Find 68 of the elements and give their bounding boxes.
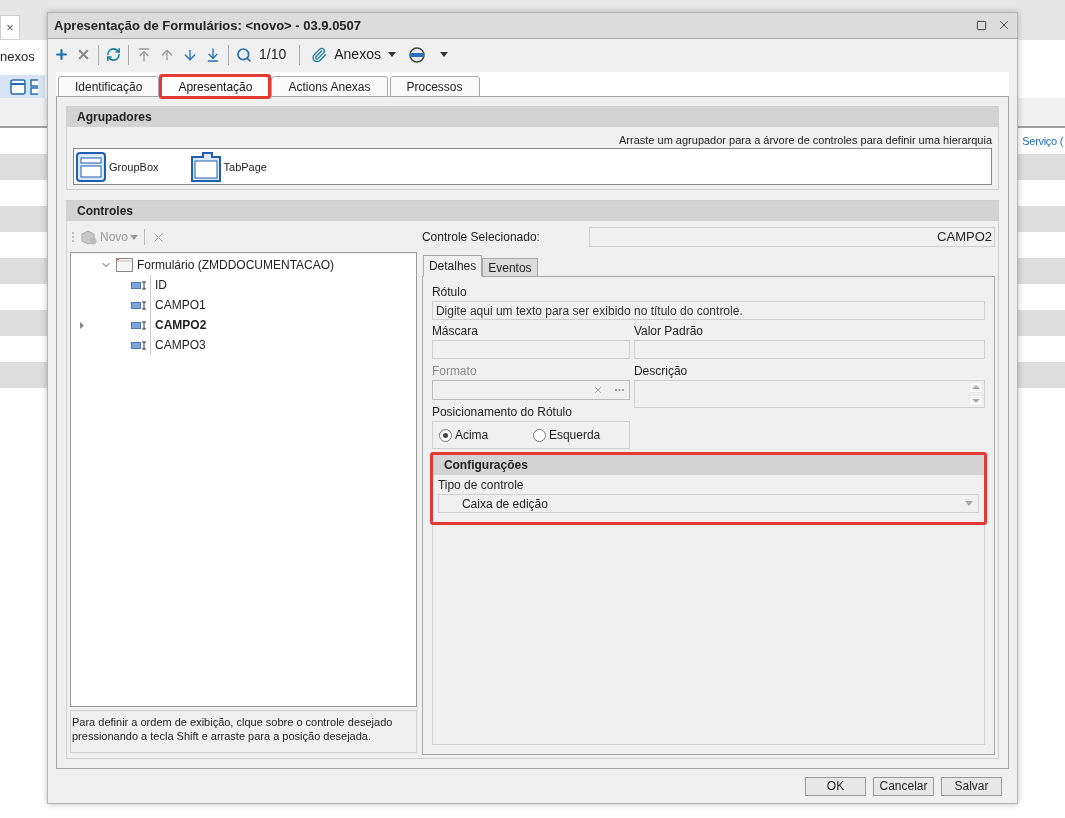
caption-field[interactable]: Digite aqui um texto para ser exibido no título do controle. [431,301,985,321]
tab-page-icon [190,151,221,182]
dialog-button[interactable]: Salvar [941,776,1002,796]
field-label: Formato [431,363,478,381]
list-icon[interactable] [30,78,38,95]
row-indicator-icon [80,321,84,329]
dialog-button[interactable]: Cancelar [873,776,934,796]
tab[interactable]: Processos [389,76,480,98]
text-field-icon [131,320,147,330]
tab[interactable]: Apresentação [161,76,270,98]
field-label: Rótulo [431,284,468,302]
groupbox-icon [76,151,106,182]
grouper-item[interactable]: GroupBox [109,158,159,176]
move-last-icon[interactable] [205,46,221,63]
caret-icon [965,501,973,507]
window-title: Apresentação de Formulários: <novo> - 03.9.0507 [54,16,363,35]
groupers-hint: Arraste um agrupador para a árvore de controles para definir uma hierarquia [619,133,992,149]
record-counter: 1/10 [259,45,287,65]
help-text: Para definir a ordem de exibição, clque sobre o controle desejado pressionando a tecla Shift e arraste para a posição desejada. [70,710,417,754]
scroll-up-icon[interactable] [969,382,983,394]
radio-button[interactable] [532,428,546,442]
paperclip-icon[interactable] [311,46,328,63]
attachments-button[interactable]: Anexos [334,44,381,66]
text-field-icon [131,300,147,310]
default-value-field[interactable] [633,340,985,360]
field-label: Controle Selecionado: [421,229,541,247]
caret-icon [439,52,448,58]
section-header: Controles [67,201,998,222]
window-icon[interactable] [10,78,26,95]
field-label: Descrição [633,363,689,381]
tree-item[interactable]: ID [155,276,167,295]
grouper-item[interactable]: TabPage [223,158,267,176]
radio-label: Esquerda [548,427,601,445]
move-first-icon[interactable] [136,46,152,63]
radio-label: Acima [454,427,489,445]
cube-icon [80,229,98,245]
form-icon [116,258,133,273]
tab[interactable]: Detalhes [422,255,483,278]
mask-field[interactable] [431,340,630,360]
field-label: Posicionamento do Rótulo [431,404,573,422]
field-label: Máscara [431,323,479,341]
toolbar-label: nexos [0,49,36,65]
scroll-down-icon[interactable] [969,395,983,407]
control-type-select[interactable]: Caixa de edição [437,494,979,514]
text-field-icon [131,280,147,290]
field-label: Valor Padrão [633,323,705,341]
tab-close-button[interactable]: × [0,15,20,40]
service-link[interactable]: Serviço ( [1022,132,1063,150]
dialog-button[interactable]: OK [805,776,866,796]
field-label: Tipo de controle [437,477,525,495]
caret-icon [387,52,396,58]
section-header: Configurações [432,455,984,476]
radio-button[interactable] [438,428,452,442]
selected-control-field: CAMPO2 [588,227,995,248]
caret-icon [130,234,138,240]
tab[interactable]: Identificação [58,76,160,98]
description-field[interactable] [633,380,985,409]
section-header: Agrupadores [67,107,998,128]
tree-item[interactable]: CAMPO2 [155,316,207,335]
tree-item[interactable]: CAMPO3 [155,336,206,355]
refresh-icon[interactable] [106,47,121,63]
text-field-icon [131,340,147,350]
search-icon[interactable] [236,46,252,63]
maximize-icon[interactable] [976,19,987,31]
tab[interactable]: Actions Anexas [271,76,388,98]
tree-item[interactable]: Formulário (ZMDDOCUMENTACAO) [137,256,335,275]
add-icon[interactable] [54,47,69,63]
tree-item[interactable]: CAMPO1 [155,296,206,315]
